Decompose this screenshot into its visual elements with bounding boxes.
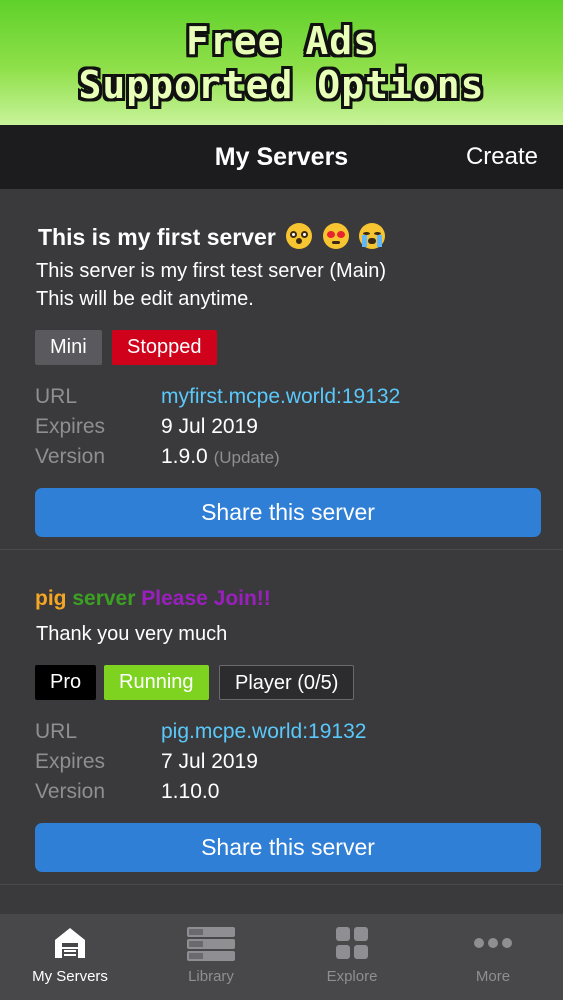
navigation-bar: My Servers Create bbox=[0, 125, 563, 189]
tab-label: Library bbox=[188, 968, 234, 985]
expires-label: Expires bbox=[35, 750, 106, 773]
status-badge: Running bbox=[104, 665, 209, 700]
server-url-link[interactable]: pig.mcpe.world:19132 bbox=[161, 720, 366, 744]
server-title-text: This is my first server bbox=[38, 224, 276, 250]
url-label: URL bbox=[35, 385, 78, 408]
server-title: This is my first server bbox=[38, 223, 385, 251]
create-button[interactable]: Create bbox=[466, 125, 538, 189]
stack-icon bbox=[187, 927, 235, 961]
house-icon bbox=[55, 928, 85, 958]
loudly-crying-face-icon bbox=[358, 223, 385, 249]
ad-banner[interactable]: Free Ads Supported Options bbox=[0, 0, 563, 125]
expires-value: 9 Jul 2019 bbox=[161, 415, 258, 438]
banner-line-2: Supported Options bbox=[78, 62, 485, 107]
tab-my-servers[interactable]: My Servers bbox=[0, 914, 140, 1000]
plan-badge: Pro bbox=[35, 665, 97, 700]
version-value: 1.9.0 (Update) bbox=[161, 445, 280, 469]
plan-badge: Mini bbox=[35, 330, 102, 365]
update-link[interactable]: (Update) bbox=[214, 448, 280, 467]
tab-more[interactable]: More bbox=[423, 914, 563, 1000]
tab-label: Explore bbox=[326, 968, 378, 985]
version-label: Version bbox=[35, 445, 106, 468]
server-card[interactable]: pig server Please Join!! Thank you very … bbox=[0, 551, 563, 885]
tab-explore[interactable]: Explore bbox=[282, 914, 422, 1000]
tab-library[interactable]: Library bbox=[141, 914, 281, 1000]
share-server-button[interactable]: Share this server bbox=[35, 823, 541, 872]
version-number: 1.9.0 bbox=[161, 445, 208, 468]
tab-label: My Servers bbox=[32, 968, 108, 985]
status-badge: Stopped bbox=[112, 330, 217, 365]
tab-bar: My Servers Library Explore More bbox=[0, 914, 563, 1000]
server-title-part: Please Join!! bbox=[141, 587, 271, 610]
heart-eyes-face-icon bbox=[322, 223, 349, 249]
banner-line-1: Free Ads bbox=[185, 18, 378, 63]
server-description-line-2: This will be edit anytime. bbox=[36, 288, 254, 310]
version-label: Version bbox=[35, 780, 106, 803]
server-card[interactable]: This is my first server This server is m… bbox=[0, 189, 563, 550]
server-description: Thank you very much bbox=[36, 623, 228, 645]
expires-label: Expires bbox=[35, 415, 106, 438]
server-description: This server is my first test server (Mai… bbox=[36, 260, 387, 282]
share-server-button[interactable]: Share this server bbox=[35, 488, 541, 537]
version-value: 1.10.0 bbox=[161, 780, 220, 803]
dots-icon bbox=[474, 938, 512, 948]
server-title-part: server bbox=[72, 587, 136, 610]
expires-value: 7 Jul 2019 bbox=[161, 750, 258, 773]
server-url-link[interactable]: myfirst.mcpe.world:19132 bbox=[161, 385, 400, 409]
grid-icon bbox=[336, 927, 368, 959]
url-label: URL bbox=[35, 720, 78, 743]
tab-label: More bbox=[475, 968, 511, 985]
flushed-face-icon bbox=[286, 223, 313, 249]
server-title: pig server Please Join!! bbox=[35, 587, 271, 611]
player-count-badge: Player (0/5) bbox=[219, 665, 355, 700]
server-title-part: pig bbox=[35, 587, 67, 610]
